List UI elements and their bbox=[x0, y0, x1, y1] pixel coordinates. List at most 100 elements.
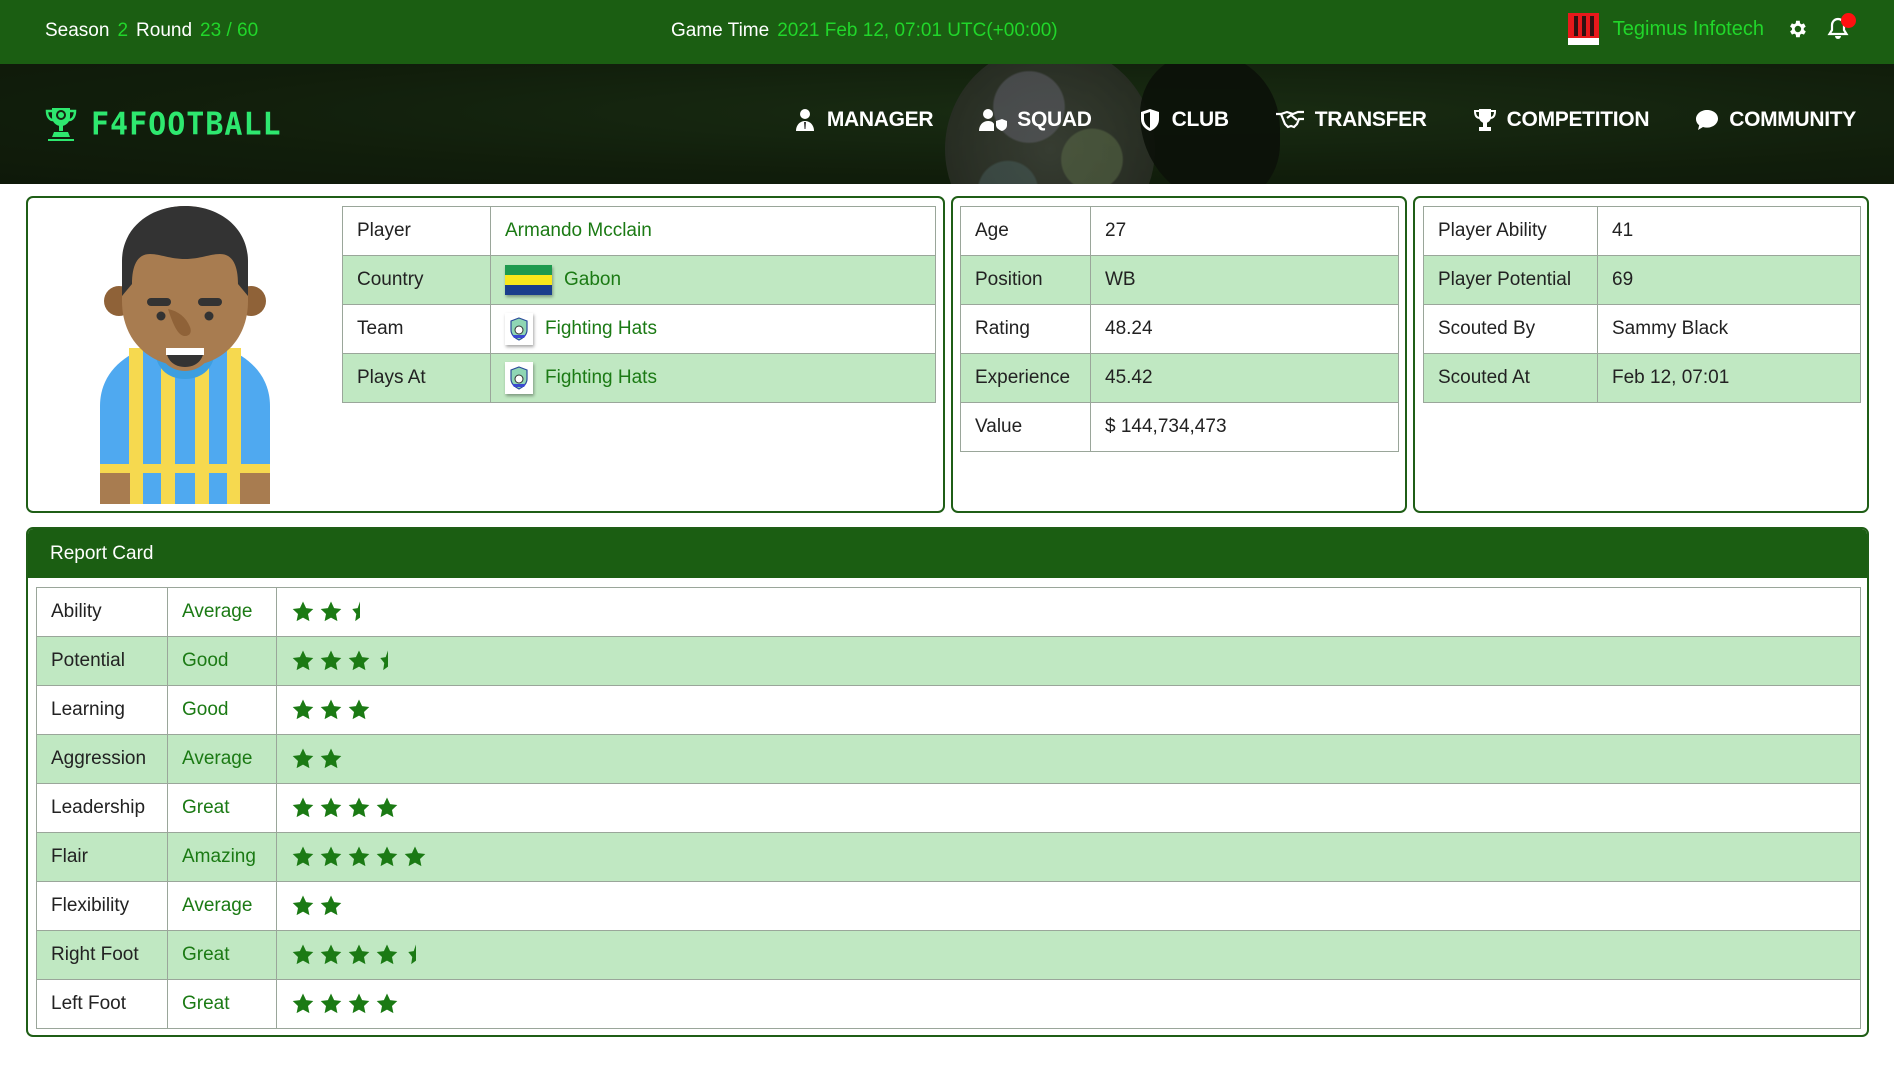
star-full-icon bbox=[348, 797, 370, 818]
company-logo-icon[interactable] bbox=[1567, 13, 1599, 45]
row-value: 27 bbox=[1090, 206, 1399, 256]
star-full-icon bbox=[348, 650, 370, 671]
row-value: 45.42 bbox=[1090, 353, 1399, 403]
table-row: Player Armando Mcclain bbox=[342, 206, 936, 256]
nav-manager-label: MANAGER bbox=[826, 108, 934, 131]
row-value: Sammy Black bbox=[1597, 304, 1861, 354]
attribute-grade: Average bbox=[167, 734, 277, 784]
nav-transfer-label: TRANSFER bbox=[1314, 108, 1427, 131]
star-full-icon bbox=[348, 846, 370, 867]
star-half-icon bbox=[408, 944, 416, 965]
row-key: Scouted By bbox=[1423, 304, 1598, 354]
nav-competition-label: COMPETITION bbox=[1506, 108, 1650, 131]
plays-at-link[interactable]: Fighting Hats bbox=[545, 367, 657, 389]
report-card-table: Ability Average Potential Good Learning Good A… bbox=[36, 587, 1861, 1029]
star-full-icon bbox=[292, 895, 314, 916]
row-key: Team bbox=[342, 304, 491, 354]
star-rating bbox=[276, 685, 1861, 735]
row-value: $ 144,734,473 bbox=[1090, 402, 1399, 452]
star-half-icon bbox=[352, 601, 360, 622]
attribute-name: Aggression bbox=[36, 734, 168, 784]
trophy-logo-icon bbox=[45, 108, 77, 141]
star-full-icon bbox=[320, 895, 342, 916]
team-link[interactable]: Fighting Hats bbox=[545, 318, 657, 340]
table-row: Scouted By Sammy Black bbox=[1423, 304, 1861, 354]
row-key: Position bbox=[960, 255, 1091, 305]
trophy-icon bbox=[1473, 109, 1496, 131]
table-row: Plays At Fighting Hats bbox=[342, 353, 936, 403]
report-row: Ability Average bbox=[36, 587, 1861, 637]
nav-transfer[interactable]: TRANSFER bbox=[1275, 108, 1427, 132]
season-value: 2 bbox=[117, 20, 129, 41]
attribute-grade: Amazing bbox=[167, 832, 277, 882]
table-row: Rating 48.24 bbox=[960, 304, 1399, 354]
nav-manager[interactable]: MANAGER bbox=[793, 108, 934, 132]
brand-logo[interactable]: F4FOOTBALL bbox=[44, 105, 282, 143]
star-rating bbox=[276, 881, 1861, 931]
nav-club-label: CLUB bbox=[1171, 108, 1229, 131]
star-full-icon bbox=[320, 601, 342, 622]
game-time-info: Game Time 2021 Feb 12, 07:01 UTC(+00:00) bbox=[671, 20, 1058, 42]
nav-squad[interactable]: SQUAD bbox=[979, 108, 1092, 132]
game-time-value: 2021 Feb 12, 07:01 UTC(+00:00) bbox=[777, 20, 1058, 41]
season-label: Season bbox=[45, 20, 110, 41]
attribute-name: Potential bbox=[36, 636, 168, 686]
attribute-name: Learning bbox=[36, 685, 168, 735]
team-badge-icon bbox=[505, 313, 533, 345]
star-full-icon bbox=[348, 944, 370, 965]
report-row: Right Foot Great bbox=[36, 930, 1861, 980]
handshake-icon bbox=[1275, 110, 1304, 129]
country-link[interactable]: Gabon bbox=[564, 269, 621, 291]
attribute-name: Right Foot bbox=[36, 930, 168, 980]
main-navbar: F4FOOTBALL MANAGER SQUAD CLUB TRANSFER C… bbox=[0, 64, 1894, 184]
row-value: 48.24 bbox=[1090, 304, 1399, 354]
star-full-icon bbox=[348, 993, 370, 1014]
report-row: Learning Good bbox=[36, 685, 1861, 735]
row-key: Age bbox=[960, 206, 1091, 256]
row-key: Player Potential bbox=[1423, 255, 1598, 305]
table-row: Player Potential 69 bbox=[1423, 255, 1861, 305]
squad-icon bbox=[979, 109, 1008, 131]
star-full-icon bbox=[376, 846, 398, 867]
team-badge-icon bbox=[505, 362, 533, 394]
star-rating bbox=[276, 783, 1861, 833]
round-label: Round bbox=[136, 20, 193, 41]
nav-competition[interactable]: COMPETITION bbox=[1473, 108, 1650, 132]
attribute-name: Leadership bbox=[36, 783, 168, 833]
star-rating bbox=[276, 930, 1861, 980]
report-card-header: Report Card bbox=[28, 529, 1867, 578]
table-row: Position WB bbox=[960, 255, 1399, 305]
manager-icon bbox=[795, 109, 814, 131]
star-full-icon bbox=[348, 699, 370, 720]
scouting-table: Player Ability 41 Player Potential 69 Scou… bbox=[1423, 206, 1861, 403]
star-full-icon bbox=[404, 846, 426, 867]
player-avatar bbox=[100, 206, 270, 504]
report-row: Flexibility Average bbox=[36, 881, 1861, 931]
row-value: WB bbox=[1090, 255, 1399, 305]
company-name-link[interactable]: Tegimus Infotech bbox=[1613, 18, 1764, 41]
table-row: Experience 45.42 bbox=[960, 353, 1399, 403]
chat-icon bbox=[1696, 110, 1719, 130]
player-info-table: Player Armando Mcclain Country Gabon Tea… bbox=[342, 206, 936, 403]
nav-club[interactable]: CLUB bbox=[1138, 108, 1229, 132]
attribute-grade: Great bbox=[167, 930, 277, 980]
attribute-name: Flexibility bbox=[36, 881, 168, 931]
star-rating bbox=[276, 734, 1861, 784]
star-full-icon bbox=[376, 944, 398, 965]
gear-icon[interactable] bbox=[1786, 18, 1808, 40]
star-full-icon bbox=[376, 993, 398, 1014]
player-name-link[interactable]: Armando Mcclain bbox=[505, 220, 652, 241]
star-full-icon bbox=[320, 944, 342, 965]
notifications-button[interactable] bbox=[1826, 13, 1856, 42]
round-value: 23 / 60 bbox=[200, 20, 259, 41]
row-key: Experience bbox=[960, 353, 1091, 403]
player-profile-card: Player Armando Mcclain Country Gabon Tea… bbox=[26, 196, 945, 513]
attribute-grade: Good bbox=[167, 636, 277, 686]
nav-community[interactable]: COMMUNITY bbox=[1695, 108, 1856, 132]
game-time-label: Game Time bbox=[671, 20, 770, 41]
table-row: Scouted At Feb 12, 07:01 bbox=[1423, 353, 1861, 403]
gabon-flag-icon bbox=[505, 265, 552, 295]
star-full-icon bbox=[320, 846, 342, 867]
attribute-name: Left Foot bbox=[36, 979, 168, 1029]
table-row: Country Gabon bbox=[342, 255, 936, 305]
